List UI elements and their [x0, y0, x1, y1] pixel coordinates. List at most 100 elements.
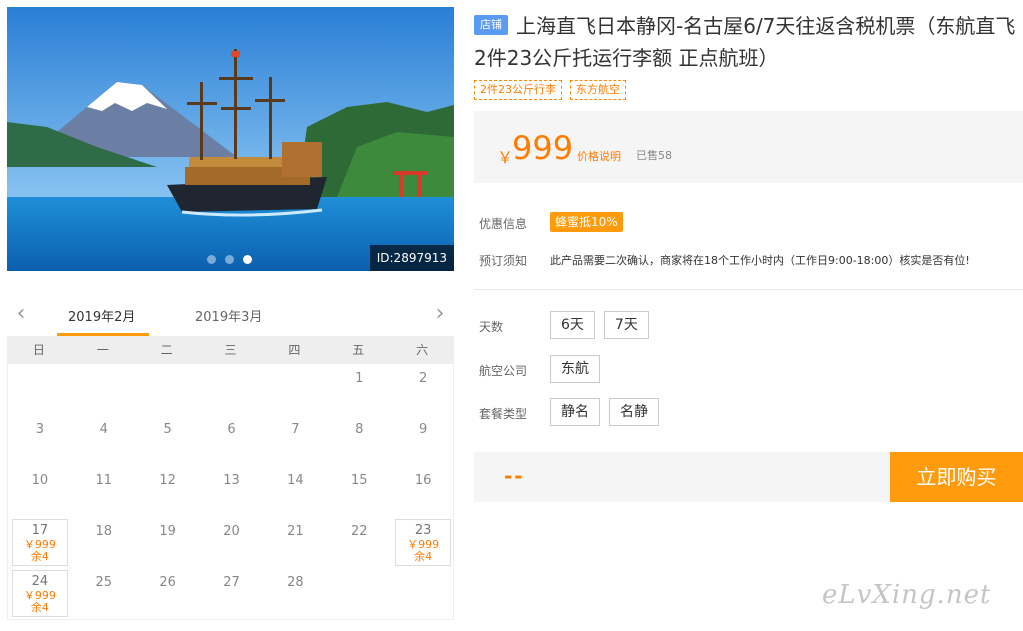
promo-badge: 蜂蜜抵10%	[550, 212, 623, 232]
hero-scene-illustration	[7, 7, 454, 271]
calendar-day: 19	[136, 517, 200, 568]
package-options: 静名 名静	[550, 398, 659, 426]
calendar-day: 14	[263, 466, 327, 517]
calendar-empty-cell	[136, 364, 200, 415]
day-number: 28	[287, 575, 304, 590]
option-6-days[interactable]: 6天	[550, 311, 595, 339]
option-package-shizuoka-nagoya[interactable]: 静名	[550, 398, 600, 426]
calendar-day: 13	[200, 466, 264, 517]
notice-label: 预订须知	[479, 254, 528, 268]
booking-notice: 此产品需要二次确认，商家将在18个工作小时内（工作日9:00-18:00）核实是…	[550, 254, 970, 267]
weekday-label: 二	[160, 343, 173, 357]
day-number: 15	[350, 473, 368, 488]
sold-count: 已售58	[636, 149, 672, 162]
day-number: 17	[31, 523, 49, 538]
calendar-day: 6	[200, 415, 264, 466]
days-options: 6天 7天	[550, 311, 649, 339]
price-explain-link[interactable]: 价格说明	[577, 148, 621, 164]
carousel-dots	[207, 255, 252, 264]
price-box: ￥ 999 价格说明 已售58	[474, 111, 1023, 183]
weekday-header: 日一二三四五六	[7, 336, 454, 364]
calendar-day-available[interactable]: 17 ￥999 余4	[12, 519, 68, 566]
day-number: 14	[287, 473, 304, 488]
store-badge: 店铺	[474, 15, 508, 35]
calendar-day: 9	[391, 415, 455, 466]
day-remaining: 余4	[414, 550, 433, 563]
weekday-label: 日	[32, 343, 45, 357]
tag-airline: 东方航空	[570, 80, 626, 100]
calendar-day: 11	[72, 466, 136, 517]
date-calendar: ‹ 2019年2月 2019年3月 › 日一二三四五六 1 2 3 4 5 6 7 8 9 10 1…	[7, 296, 454, 624]
tab-month-feb[interactable]: 2019年2月	[68, 306, 135, 325]
calendar-empty-cell	[72, 364, 136, 415]
product-tags: 2件23公斤行李 东方航空	[474, 80, 626, 100]
day-number: 24	[31, 574, 49, 589]
calendar-header: ‹ 2019年2月 2019年3月 ›	[7, 296, 454, 336]
weekday-label: 六	[416, 343, 429, 357]
carousel-dot-active[interactable]	[243, 255, 252, 264]
option-airline-eastern[interactable]: 东航	[550, 355, 600, 383]
day-number: 11	[95, 473, 113, 488]
calendar-day: 15	[327, 466, 391, 517]
calendar-day-available[interactable]: 23 ￥999 余4	[395, 519, 452, 566]
calendar-day: 21	[263, 517, 327, 568]
airline-options: 东航	[550, 355, 600, 383]
option-7-days[interactable]: 7天	[603, 311, 649, 339]
calendar-day: 3	[8, 415, 72, 466]
day-number: 12	[159, 473, 176, 488]
option-package-nagoya-shizuoka[interactable]: 名静	[609, 398, 659, 426]
day-number: 16	[414, 473, 432, 488]
calendar-day-available[interactable]: 24 ￥999 余4	[12, 570, 68, 617]
day-number: 9	[418, 422, 428, 437]
weekday-label: 五	[352, 343, 365, 357]
day-number: 4	[99, 422, 108, 437]
day-remaining: 余4	[30, 550, 49, 563]
day-number: 13	[223, 473, 240, 488]
day-number: 19	[159, 524, 176, 539]
day-number: 25	[95, 575, 113, 590]
day-remaining: 余4	[30, 601, 49, 614]
day-number: 22	[350, 524, 368, 539]
day-number: 10	[31, 473, 49, 488]
calendar-day: 26	[136, 568, 200, 619]
calendar-day-grid: 1 2 3 4 5 6 7 8 9 10 11 12 13 14 15 16 17 ￥999 余4 18 19 20 21 2…	[7, 364, 454, 620]
active-month-indicator	[57, 333, 149, 336]
weekday-label: 一	[96, 343, 109, 357]
calendar-day: 2	[391, 364, 455, 415]
airline-label: 航空公司	[479, 364, 528, 378]
buy-now-button[interactable]: 立即购买	[890, 452, 1023, 502]
calendar-day: 5	[136, 415, 200, 466]
total-price: --	[504, 464, 525, 488]
calendar-day: 18	[72, 517, 136, 568]
calendar-day: 7	[263, 415, 327, 466]
calendar-day: 22	[327, 517, 391, 568]
carousel-dot[interactable]	[225, 255, 234, 264]
calendar-day: 8	[327, 415, 391, 466]
promo-label: 优惠信息	[479, 217, 528, 231]
product-id-label: ID:2897913	[369, 245, 454, 271]
chevron-left-icon[interactable]: ‹	[11, 302, 31, 326]
calendar-day: 28	[263, 568, 327, 619]
product-detail-panel: 店铺 上海直飞日本静冈-名古屋6/7天往返含税机票（东航直飞 2件23公斤托运行李…	[474, 0, 1023, 631]
price-value: 999	[512, 129, 574, 167]
days-label: 天数	[479, 320, 504, 334]
tag-baggage: 2件23公斤行李	[474, 80, 562, 100]
product-title-text: 上海直飞日本静冈-名古屋6/7天往返含税机票（东航直飞 2件23公斤托运行李额 …	[474, 14, 1016, 70]
product-hero-image[interactable]: ID:2897913	[7, 7, 454, 271]
calendar-day: 4	[72, 415, 136, 466]
calendar-empty-cell	[8, 364, 72, 415]
calendar-day: 27	[200, 568, 264, 619]
calendar-day: 16	[391, 466, 455, 517]
tab-month-mar[interactable]: 2019年3月	[195, 306, 262, 325]
day-number: 2	[418, 371, 428, 386]
day-number: 26	[159, 575, 176, 590]
calendar-empty-cell	[200, 364, 264, 415]
carousel-dot[interactable]	[207, 255, 216, 264]
weekday-label: 三	[224, 343, 237, 357]
chevron-right-icon[interactable]: ›	[430, 302, 450, 326]
weekday-label: 四	[288, 343, 301, 357]
day-number: 7	[291, 422, 300, 437]
product-title-row: 店铺 上海直飞日本静冈-名古屋6/7天往返含税机票（东航直飞 2件23公斤托运行李…	[474, 10, 1019, 74]
calendar-day: 25	[72, 568, 136, 619]
calendar-day: 20	[200, 517, 264, 568]
